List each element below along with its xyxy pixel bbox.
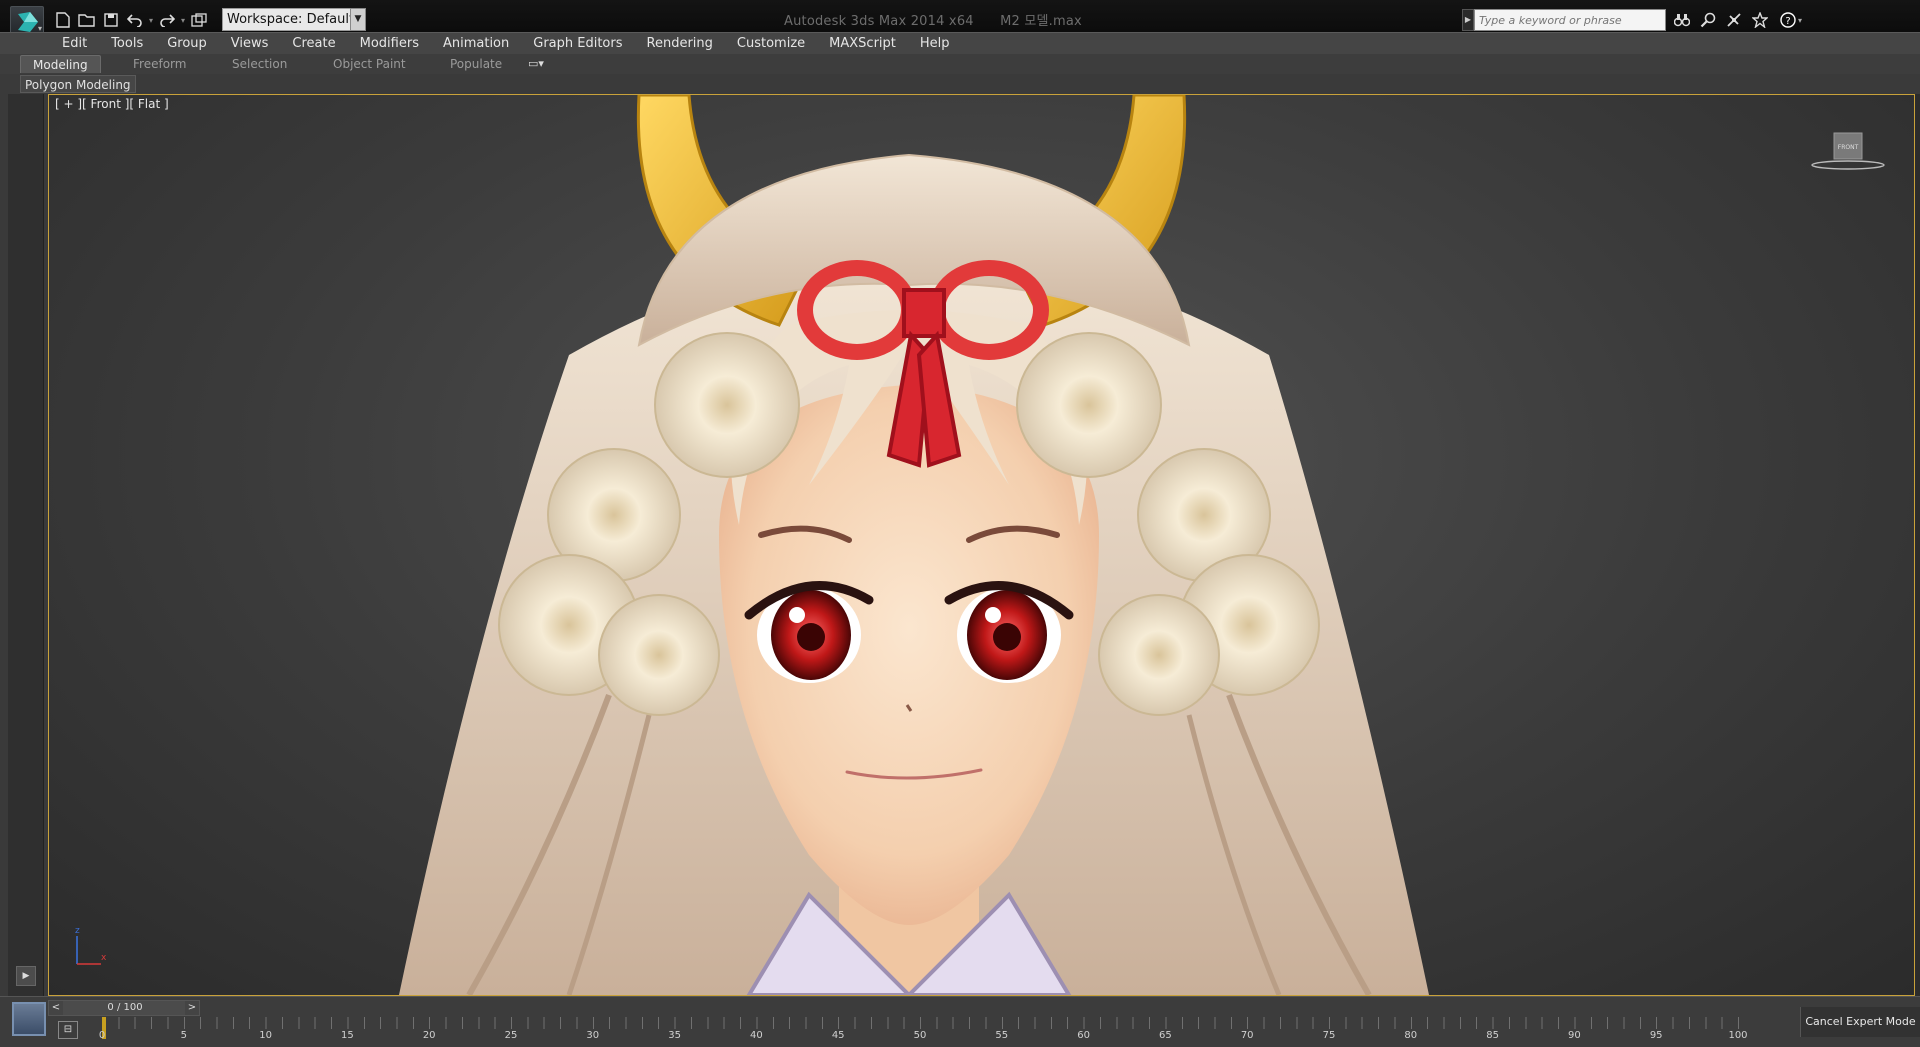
track-bar[interactable]: 0 5 10 15 20 25 30 35 40 45 50 55 60 65 70 75 80 85 90 95 10… — [98, 1017, 1752, 1045]
ribbon-tabs: Modeling Freeform Selection Object Paint… — [0, 54, 1920, 74]
tick-label: 100 — [1728, 1030, 1748, 1041]
play-icon[interactable]: ▶ — [16, 966, 36, 986]
tick-label: 25 — [504, 1030, 518, 1041]
timeline: < 0 / 100 > ⊟ 0 5 10 15 20 25 30 35 40 45 50 55 60 65… — [0, 996, 1920, 1047]
undo-icon[interactable] — [124, 9, 146, 31]
tick-label: 80 — [1404, 1030, 1418, 1041]
new-file-icon[interactable] — [52, 9, 74, 31]
open-file-icon[interactable] — [76, 9, 98, 31]
viewport-right-edge — [1915, 94, 1920, 996]
tick-label: 60 — [1077, 1030, 1090, 1041]
redo-dropdown-icon[interactable]: ▾ — [180, 16, 186, 25]
time-slider-thumb[interactable]: 0 / 100 — [63, 1001, 187, 1015]
tick-label: 50 — [913, 1030, 927, 1041]
time-slider[interactable]: < 0 / 100 > — [48, 1000, 200, 1016]
tick-label: 5 — [180, 1030, 187, 1041]
app-title: Autodesk 3ds Max 2014 x64 — [784, 14, 974, 29]
quick-access-toolbar: ▾ ▾ — [52, 8, 210, 32]
menu-customize[interactable]: Customize — [725, 35, 817, 52]
svg-text:?: ? — [1785, 16, 1790, 27]
menu-maxscript[interactable]: MAXScript — [817, 35, 908, 52]
expand-search-icon[interactable]: ▶ — [1462, 9, 1474, 31]
workspace-dropdown-button[interactable]: ▼ — [350, 8, 366, 31]
viewcube-icon[interactable]: FRONT — [1810, 131, 1886, 174]
tick-label: 35 — [668, 1030, 681, 1041]
chevron-down-icon: ▾ — [1797, 15, 1802, 25]
tick-label: 40 — [750, 1030, 763, 1041]
next-frame-button[interactable]: > — [185, 1001, 199, 1015]
menu-tools[interactable]: Tools — [99, 35, 155, 52]
viewport-front[interactable]: [ + ][ Front ][ Flat ] FRONT z x — [48, 94, 1915, 996]
tick-label: 10 — [259, 1030, 272, 1041]
binoculars-icon[interactable] — [1672, 10, 1692, 30]
search-icon[interactable] — [1698, 10, 1718, 30]
axis-x-label: x — [101, 953, 107, 963]
ribbon-options-icon[interactable]: ▭▾ — [528, 57, 544, 70]
help-icon[interactable]: ? ▾ — [1778, 10, 1804, 30]
workspace-selector[interactable]: Workspace: Default — [222, 8, 366, 31]
infocenter: ▶ ? ▾ — [1462, 9, 1804, 31]
menu-edit[interactable]: Edit — [50, 35, 99, 52]
app-logo-icon — [18, 12, 38, 32]
undo-dropdown-icon[interactable]: ▾ — [148, 16, 154, 25]
tick-label: 85 — [1486, 1030, 1499, 1041]
tick-label: 95 — [1649, 1030, 1663, 1041]
window-title: Autodesk 3ds Max 2014 x64 M2 모델.max — [784, 10, 1082, 29]
track-ticks — [102, 1017, 1752, 1029]
menu-views[interactable]: Views — [219, 35, 281, 52]
tab-selection[interactable]: Selection — [232, 55, 287, 73]
mini-curve-editor-button[interactable] — [12, 1002, 46, 1036]
viewcube-face-label: FRONT — [1838, 144, 1859, 151]
character-model[interactable] — [49, 95, 1914, 995]
save-icon[interactable] — [100, 9, 122, 31]
menu-create[interactable]: Create — [280, 35, 347, 52]
favorites-star-icon[interactable] — [1750, 10, 1770, 30]
menu-group[interactable]: Group — [155, 35, 219, 52]
tick-label: 15 — [341, 1030, 354, 1041]
tab-object-paint[interactable]: Object Paint — [333, 55, 406, 73]
viewport-layout-strip[interactable] — [8, 94, 44, 996]
tab-freeform[interactable]: Freeform — [133, 55, 186, 73]
tab-populate[interactable]: Populate — [450, 55, 502, 73]
tick-label: 45 — [831, 1030, 845, 1041]
menu-help[interactable]: Help — [908, 35, 962, 52]
tick-label: 90 — [1568, 1030, 1581, 1041]
menu-graph-editors[interactable]: Graph Editors — [521, 35, 634, 52]
file-name: M2 모델.max — [1000, 14, 1082, 29]
workspace-label: Workspace: Default — [227, 12, 355, 27]
menu-rendering[interactable]: Rendering — [635, 35, 725, 52]
tick-label: 30 — [586, 1030, 600, 1041]
tick-label: 55 — [995, 1030, 1009, 1041]
search-input[interactable] — [1474, 9, 1666, 31]
comm-center-icon[interactable] — [1724, 10, 1744, 30]
left-rail — [0, 94, 48, 996]
previous-frame-button[interactable]: < — [49, 1001, 63, 1015]
tick-label: 65 — [1159, 1030, 1172, 1041]
tab-modeling[interactable]: Modeling — [20, 55, 101, 73]
tick-label: 70 — [1240, 1030, 1254, 1041]
tick-label: 75 — [1322, 1030, 1336, 1041]
tick-label: 0 — [98, 1030, 106, 1041]
axis-tripod-icon: z x — [71, 924, 111, 975]
menu-modifiers[interactable]: Modifiers — [348, 35, 431, 52]
ribbon-panel: Polygon Modeling — [0, 74, 1920, 94]
redo-icon[interactable] — [156, 9, 178, 31]
tick-label: 20 — [422, 1030, 436, 1041]
polygon-modeling-panel[interactable]: Polygon Modeling — [20, 75, 136, 93]
project-folder-icon[interactable] — [188, 9, 210, 31]
track-bar-icon[interactable]: ⊟ — [58, 1021, 78, 1039]
menu-bar: Edit Tools Group Views Create Modifiers Animat… — [0, 32, 1920, 54]
cancel-expert-mode-button[interactable]: Cancel Expert Mode — [1800, 1007, 1920, 1037]
menu-animation[interactable]: Animation — [431, 35, 521, 52]
axis-z-label: z — [75, 926, 80, 936]
chevron-down-icon: ▼ — [354, 14, 362, 24]
